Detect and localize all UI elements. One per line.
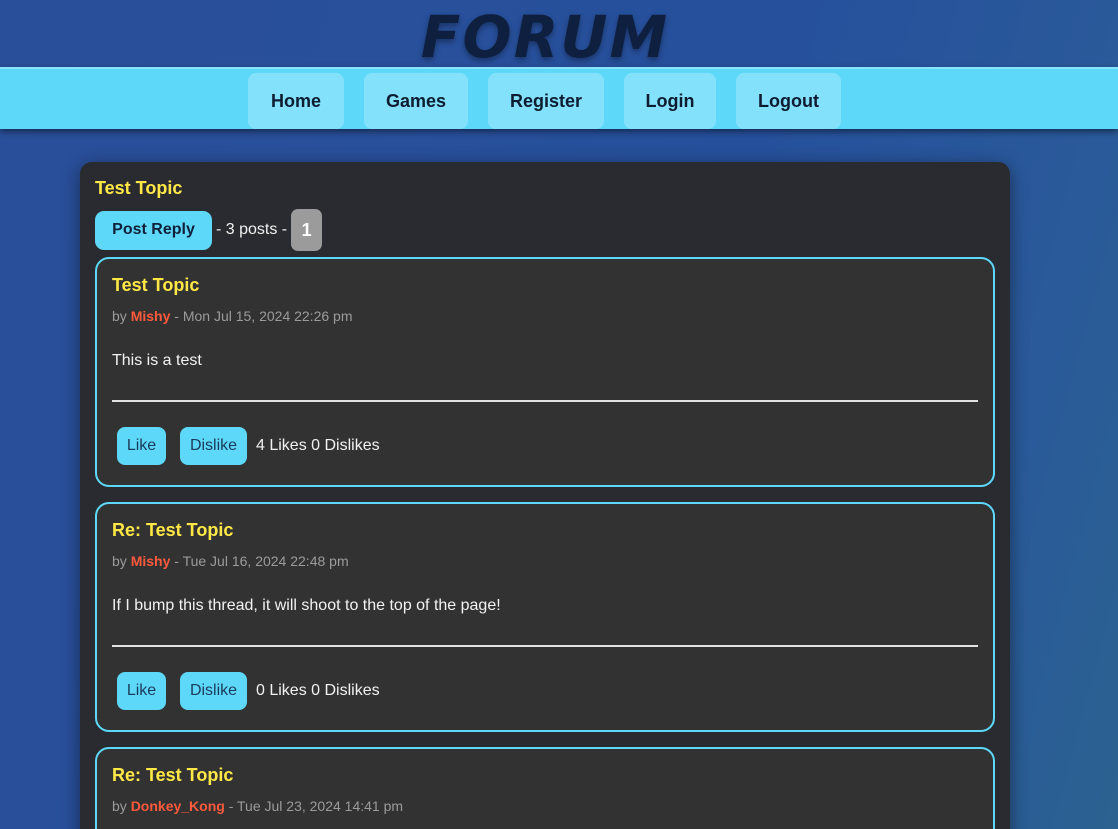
post-divider bbox=[112, 400, 978, 402]
topic-toolbar: Post Reply - 3 posts - 1 bbox=[95, 209, 323, 251]
post-meta: by Mishy - Tue Jul 16, 2024 22:48 pm bbox=[112, 553, 349, 569]
topic-panel: Test Topic Post Reply - 3 posts - 1 Test… bbox=[80, 162, 1010, 829]
post-reply-button[interactable]: Post Reply bbox=[95, 210, 212, 250]
post-by-label: by bbox=[112, 308, 127, 324]
vote-counts: 0 Likes 0 Dislikes bbox=[256, 682, 380, 699]
nav-register-button[interactable]: Register bbox=[488, 73, 604, 129]
post-body: This is a test bbox=[112, 352, 202, 369]
post-author-link[interactable]: Mishy bbox=[131, 308, 171, 324]
post-author-link[interactable]: Mishy bbox=[131, 553, 171, 569]
post-body: If I bump this thread, it will shoot to … bbox=[112, 597, 501, 614]
like-button[interactable]: Like bbox=[117, 427, 166, 465]
post-timestamp: - Tue Jul 23, 2024 14:41 pm bbox=[228, 798, 404, 814]
like-button[interactable]: Like bbox=[117, 672, 166, 710]
vote-row: Like Dislike 0 Likes 0 Dislikes bbox=[117, 672, 380, 710]
dislike-button[interactable]: Dislike bbox=[180, 672, 247, 710]
nav-home-button[interactable]: Home bbox=[248, 73, 344, 129]
post-timestamp: - Tue Jul 16, 2024 22:48 pm bbox=[174, 553, 349, 569]
topic-title: Test Topic bbox=[95, 178, 183, 198]
forum-logo: Forum bbox=[420, 3, 670, 71]
page-1-button[interactable]: 1 bbox=[291, 209, 323, 251]
post-title: Re: Test Topic bbox=[112, 765, 234, 785]
nav-games-button[interactable]: Games bbox=[364, 73, 468, 129]
post-count: - 3 posts - bbox=[216, 221, 288, 238]
dislike-button[interactable]: Dislike bbox=[180, 427, 247, 465]
post-meta: by Mishy - Mon Jul 15, 2024 22:26 pm bbox=[112, 308, 353, 324]
post-by-label: by bbox=[112, 553, 127, 569]
post-timestamp: - Mon Jul 15, 2024 22:26 pm bbox=[174, 308, 353, 324]
post-divider bbox=[112, 645, 978, 647]
post-author-link[interactable]: Donkey_Kong bbox=[131, 798, 225, 814]
post-title: Re: Test Topic bbox=[112, 520, 234, 540]
post-title: Test Topic bbox=[112, 275, 200, 295]
post-meta: by Donkey_Kong - Tue Jul 23, 2024 14:41 … bbox=[112, 798, 403, 814]
vote-row: Like Dislike 4 Likes 0 Dislikes bbox=[117, 427, 380, 465]
nav-login-button[interactable]: Login bbox=[624, 73, 716, 129]
vote-counts: 4 Likes 0 Dislikes bbox=[256, 437, 380, 454]
post-card: Test Topic by Mishy - Mon Jul 15, 2024 2… bbox=[95, 257, 995, 487]
nav-bar: Home Games Register Login Logout bbox=[0, 67, 1118, 129]
post-by-label: by bbox=[112, 798, 127, 814]
post-card: Re: Test Topic by Donkey_Kong - Tue Jul … bbox=[95, 747, 995, 829]
post-card: Re: Test Topic by Mishy - Tue Jul 16, 20… bbox=[95, 502, 995, 732]
nav-logout-button[interactable]: Logout bbox=[736, 73, 841, 129]
